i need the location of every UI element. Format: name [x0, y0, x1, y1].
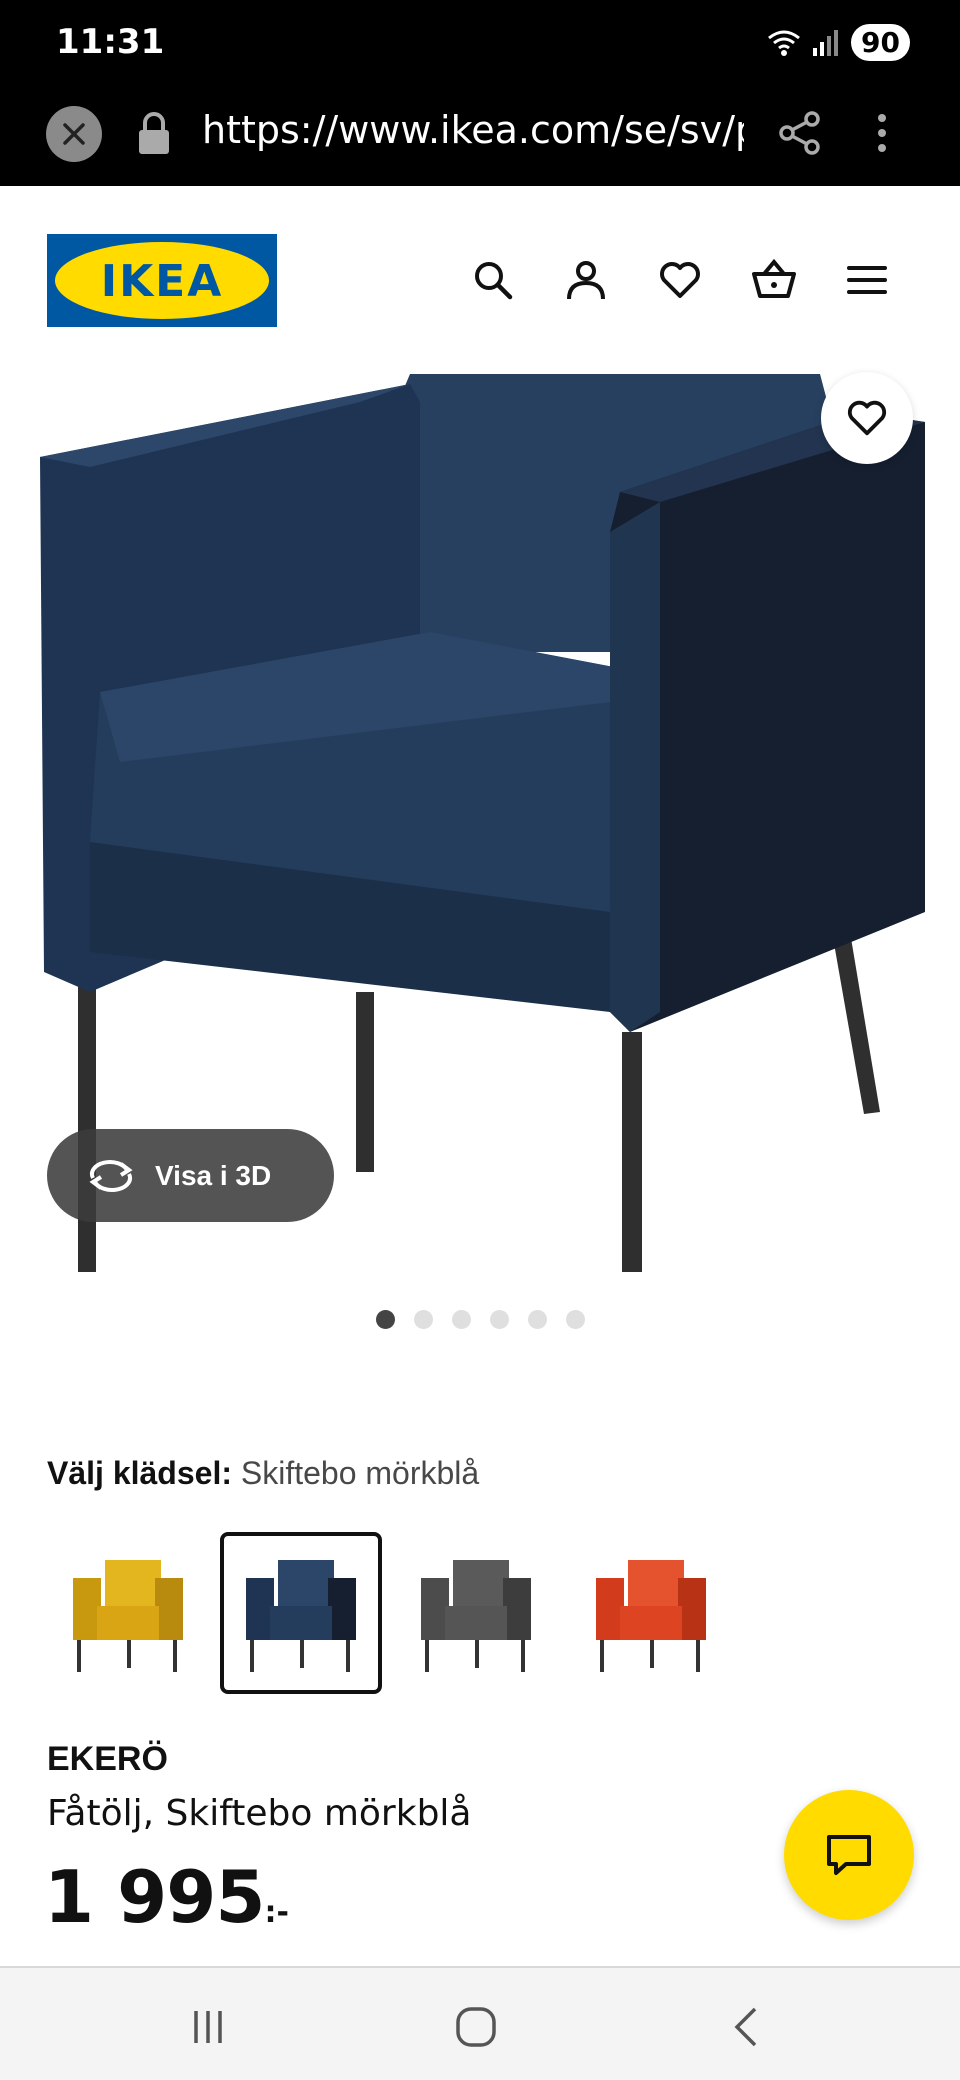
product-price: 1 995:-	[44, 1855, 289, 1939]
view-in-3d-button[interactable]: Visa i 3D	[47, 1129, 334, 1222]
battery-indicator: 90	[851, 24, 910, 61]
rotate-icon	[89, 1159, 133, 1192]
swatch-red[interactable]	[570, 1532, 732, 1694]
swatch-dark-blue[interactable]	[220, 1532, 382, 1694]
status-time: 11:31	[56, 22, 165, 62]
search-icon	[475, 262, 513, 300]
logo-text: IKEA	[100, 256, 224, 307]
ikea-logo[interactable]: IKEA	[47, 234, 277, 327]
upholstery-value: Skiftebo mörkblå	[240, 1455, 480, 1491]
wifi-icon	[768, 30, 800, 56]
status-icons: 90	[767, 24, 910, 61]
basket-icon	[752, 258, 796, 298]
system-navigation-bar	[0, 1966, 960, 2080]
close-tab-button[interactable]	[46, 106, 102, 162]
home-button[interactable]	[446, 2002, 506, 2052]
chair-thumbnail	[246, 1560, 356, 1672]
chair-thumbnail	[421, 1560, 531, 1672]
product-description: Fåtölj, Skiftebo mörkblå	[47, 1793, 472, 1834]
view-3d-label: Visa i 3D	[155, 1159, 272, 1191]
swatch-yellow[interactable]	[47, 1532, 209, 1694]
close-icon	[63, 123, 85, 145]
gallery-dot[interactable]	[451, 1310, 471, 1329]
account-button[interactable]	[556, 250, 616, 310]
gallery-dot[interactable]	[565, 1310, 585, 1329]
cart-button[interactable]	[744, 250, 804, 310]
gallery-dot[interactable]	[413, 1310, 433, 1329]
back-icon	[734, 2007, 757, 2047]
share-icon[interactable]	[778, 110, 822, 156]
gallery-dot[interactable]	[375, 1310, 395, 1329]
recent-apps-button[interactable]	[178, 2002, 238, 2052]
back-button[interactable]	[716, 2002, 776, 2052]
add-to-wishlist-button[interactable]	[821, 372, 913, 464]
chat-icon	[827, 1835, 871, 1875]
gallery-dot[interactable]	[489, 1310, 509, 1329]
recent-apps-icon	[194, 2011, 222, 2043]
browser-url-bar: https://www.ikea.com/se/sv/p/ekero	[0, 88, 960, 186]
product-name: EKERÖ	[47, 1740, 168, 1778]
home-icon	[456, 2007, 496, 2047]
gallery-pagination	[0, 1310, 960, 1329]
gallery-dot[interactable]	[527, 1310, 547, 1329]
search-button[interactable]	[463, 250, 523, 310]
hamburger-icon	[847, 266, 887, 294]
url-text[interactable]: https://www.ikea.com/se/sv/p/ekero	[202, 108, 744, 152]
signal-icon	[813, 29, 839, 56]
swatch-dark-gray[interactable]	[395, 1532, 557, 1694]
chair-thumbnail	[596, 1560, 706, 1672]
upholstery-selector-label: Välj klädsel: Skiftebo mörkblå	[47, 1455, 479, 1492]
upholstery-label: Välj klädsel:	[47, 1455, 232, 1491]
heart-icon	[847, 400, 887, 436]
status-bar: 11:31 90	[0, 0, 960, 88]
price-suffix: :-	[264, 1895, 289, 1930]
lock-icon	[139, 112, 169, 154]
chair-thumbnail	[73, 1560, 183, 1672]
chat-button[interactable]	[784, 1790, 914, 1920]
heart-icon	[660, 262, 700, 298]
more-options-icon[interactable]	[872, 110, 892, 156]
menu-button[interactable]	[837, 250, 897, 310]
user-icon	[567, 261, 605, 300]
wishlist-button[interactable]	[650, 250, 710, 310]
price-amount: 1 995	[44, 1855, 265, 1939]
